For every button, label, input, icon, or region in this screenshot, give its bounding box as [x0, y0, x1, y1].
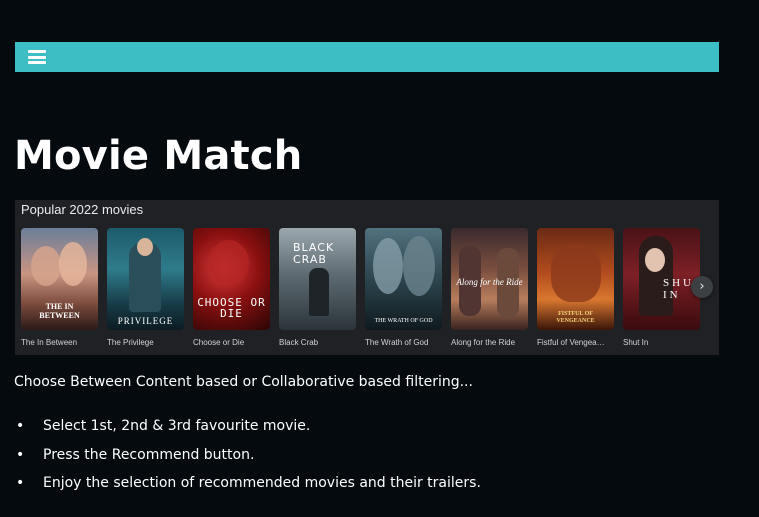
movie-caption-along-for-the-ride[interactable]: Along for the Ride: [451, 338, 537, 347]
poster-title-text: Along for the Ride: [456, 277, 523, 287]
movie-caption-the-in-between[interactable]: The In Between: [21, 338, 107, 347]
movie-caption-the-privilege[interactable]: The Privilege: [107, 338, 193, 347]
movie-caption-black-crab[interactable]: Black Crab: [279, 338, 365, 347]
list-item: • Select 1st, 2nd & 3rd favourite movie.: [14, 418, 481, 447]
bullet-icon: •: [16, 418, 25, 434]
movie-poster-shut-in[interactable]: SHUT IN: [623, 228, 700, 330]
poster-title-text: THE WRATH OF GOD: [374, 317, 433, 324]
page-title: Movie Match: [14, 133, 303, 179]
movie-poster-fistful-of-vengeance[interactable]: FISTFUL OF VENGEANCE: [537, 228, 614, 330]
bullet-icon: •: [16, 475, 25, 491]
movie-caption-fistful-of-vengeance[interactable]: Fistful of Vengea…: [537, 338, 623, 347]
movie-poster-the-in-between[interactable]: THE IN BETWEEN: [21, 228, 98, 330]
movie-poster-the-privilege[interactable]: PRIVILEGE: [107, 228, 184, 330]
poster-title-text: THE IN BETWEEN: [39, 302, 80, 320]
hamburger-menu-icon[interactable]: [28, 50, 46, 64]
movie-poster-the-wrath-of-god[interactable]: THE WRATH OF GOD: [365, 228, 442, 330]
poster-title-text: BLACK CRAB: [293, 241, 335, 266]
list-item: • Enjoy the selection of recommended mov…: [14, 475, 481, 504]
step-text: Select 1st, 2nd & 3rd favourite movie.: [43, 418, 311, 434]
carousel-heading: Popular 2022 movies: [21, 202, 144, 217]
movie-poster-along-for-the-ride[interactable]: Along for the Ride: [451, 228, 528, 330]
movie-caption-shut-in[interactable]: Shut In: [623, 338, 709, 347]
step-text: Press the Recommend button.: [43, 446, 255, 463]
movie-caption-choose-or-die[interactable]: Choose or Die: [193, 338, 279, 347]
bullet-icon: •: [16, 446, 25, 463]
intro-text: Choose Between Content based or Collabor…: [14, 374, 473, 390]
movie-carousel: Popular 2022 movies THE IN BETWEEN The I…: [15, 200, 719, 355]
poster-title-text: PRIVILEGE: [117, 315, 174, 326]
poster-title-text: FISTFUL OF VENGEANCE: [556, 311, 595, 324]
poster-title-text: CHOOSE OR DIE: [197, 295, 266, 321]
chevron-right-icon[interactable]: ›: [691, 276, 713, 298]
instructions-list: • Select 1st, 2nd & 3rd favourite movie.…: [14, 418, 481, 504]
movie-poster-black-crab[interactable]: BLACK CRAB: [279, 228, 356, 330]
step-text: Enjoy the selection of recommended movie…: [43, 475, 481, 491]
list-item: • Press the Recommend button.: [14, 447, 481, 476]
movie-caption-the-wrath-of-god[interactable]: The Wrath of God: [365, 338, 451, 347]
navbar: [15, 42, 719, 72]
movie-poster-choose-or-die[interactable]: CHOOSE OR DIE: [193, 228, 270, 330]
